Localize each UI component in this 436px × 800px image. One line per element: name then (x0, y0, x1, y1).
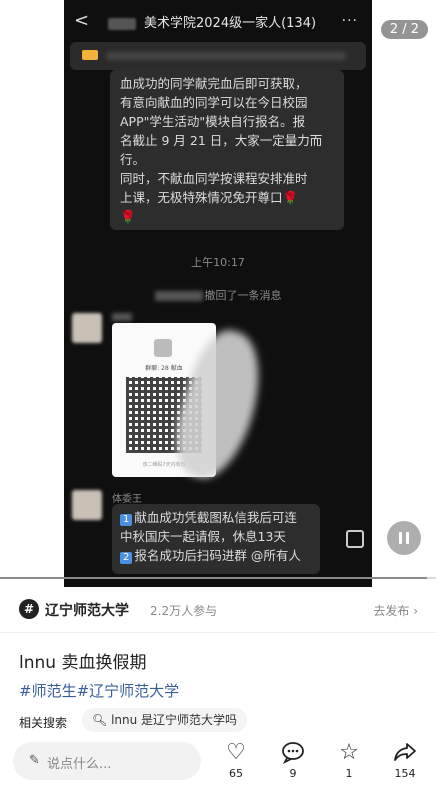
chat-bubble-instructions: 1 献血成功凭截图私信我后可连 中秋国庆一起请假，休息13天 2 报名成功后扫码进群… (112, 504, 320, 574)
page-indicator: 2 / 2 (380, 20, 428, 39)
blurred-pinned-text (106, 52, 346, 60)
blurred-name (154, 291, 203, 301)
divider (0, 632, 436, 633)
search-icon: 🔍︎ (92, 713, 112, 727)
message-line: 名截止 9 月 21 日，大家一定量力而 (120, 133, 323, 148)
share-count: 154 (394, 767, 416, 780)
topic-participants: 2.2万人参与 (150, 604, 218, 618)
message-line: 血成功的同学献完血后即可获取， (120, 76, 308, 91)
post-hashtags[interactable]: #师范生#辽宁师范大学 (19, 680, 179, 701)
message-line: 报名成功后扫码进群 @所有人 (134, 548, 301, 563)
message-time: 上午10:17 (191, 256, 245, 269)
comment-placeholder: 说点什么... (47, 757, 112, 772)
avatar (72, 490, 102, 520)
favorite-button[interactable]: ☆ 1 (329, 740, 369, 780)
rose-emoji: 🌹 (120, 209, 136, 224)
chat-title: 美术学院2024级一家人(134) (108, 12, 316, 31)
chat-title-text: 美术学院2024级一家人(134) (144, 16, 317, 31)
avatar (72, 313, 102, 343)
share-button[interactable]: 154 (385, 740, 425, 780)
star-icon: ☆ (339, 740, 359, 765)
topic-row[interactable]: # 辽宁师范大学 2.2万人参与 去发布 › (0, 590, 436, 630)
post-image-area[interactable]: < 美术学院2024级一家人(134) ··· 血成功的同学献完血后即可获取， … (0, 0, 436, 587)
post-to-topic-link[interactable]: 去发布 › (373, 602, 418, 619)
comment-count: 9 (289, 767, 297, 780)
chat-header: < 美术学院2024级一家人(134) ··· (64, 0, 372, 40)
message-line: 有意向献血的同学可以在今日校园 (120, 95, 308, 110)
pause-icon[interactable] (387, 521, 421, 555)
like-button[interactable]: ♡ 65 (216, 740, 256, 780)
message-line: 中秋国庆一起请假，休息13天 (120, 529, 286, 544)
number-badge: 1 (120, 514, 133, 526)
comment-input[interactable]: ✎ 说点什么... (13, 742, 201, 780)
group-avatar (154, 339, 172, 357)
message-line: 行。 (120, 152, 146, 167)
recall-text: 撤回了一条消息 (204, 289, 282, 302)
message-line: 同时，不献血同学按课程安排准时 (120, 171, 308, 186)
recall-notice: 撤回了一条消息 (64, 287, 372, 303)
pinned-message-bar (70, 42, 366, 70)
share-icon (385, 740, 425, 766)
video-progress[interactable] (0, 577, 436, 579)
post-title: lnnu 卖血换假期 (19, 653, 147, 673)
related-search-query: lnnu 是辽宁师范大学吗 (111, 713, 238, 727)
topic-name[interactable]: 辽宁师范大学 (45, 600, 129, 620)
rose-emoji: 🌹 (282, 190, 299, 205)
related-search-label: 相关搜索 (19, 716, 68, 730)
chat-bubble-notice: 血成功的同学献完血后即可获取， 有意向献血的同学可以在今日校园 APP"学生活动… (110, 70, 344, 230)
topic-logo-icon: # (19, 599, 39, 619)
scan-icon[interactable] (346, 530, 364, 548)
comment-button[interactable]: 9 (273, 740, 313, 780)
back-icon: < (74, 10, 90, 31)
comment-icon (273, 740, 313, 766)
message-line: 上课，无极特殊情况免开尊口 (120, 190, 283, 205)
related-search-chip[interactable]: 🔍︎ lnnu 是辽宁师范大学吗 (82, 708, 248, 732)
favorite-count: 1 (345, 767, 353, 780)
video-progress-fill (0, 577, 428, 579)
message-line: 献血成功凭截图私信我后可连 (134, 510, 297, 525)
sender-name: 体委王 (112, 494, 142, 505)
number-badge: 2 (120, 552, 133, 564)
blurred-name (108, 17, 136, 30)
heart-icon: ♡ (226, 740, 246, 765)
pin-icon (82, 50, 98, 60)
more-icon: ··· (341, 13, 358, 29)
chat-screenshot: < 美术学院2024级一家人(134) ··· 血成功的同学献完血后即可获取， … (64, 0, 372, 587)
like-count: 65 (229, 767, 243, 780)
blurred-sender-name (112, 313, 132, 321)
pen-icon: ✎ (29, 753, 40, 768)
message-line: APP"学生活动"模块自行报名。报 (120, 114, 306, 129)
